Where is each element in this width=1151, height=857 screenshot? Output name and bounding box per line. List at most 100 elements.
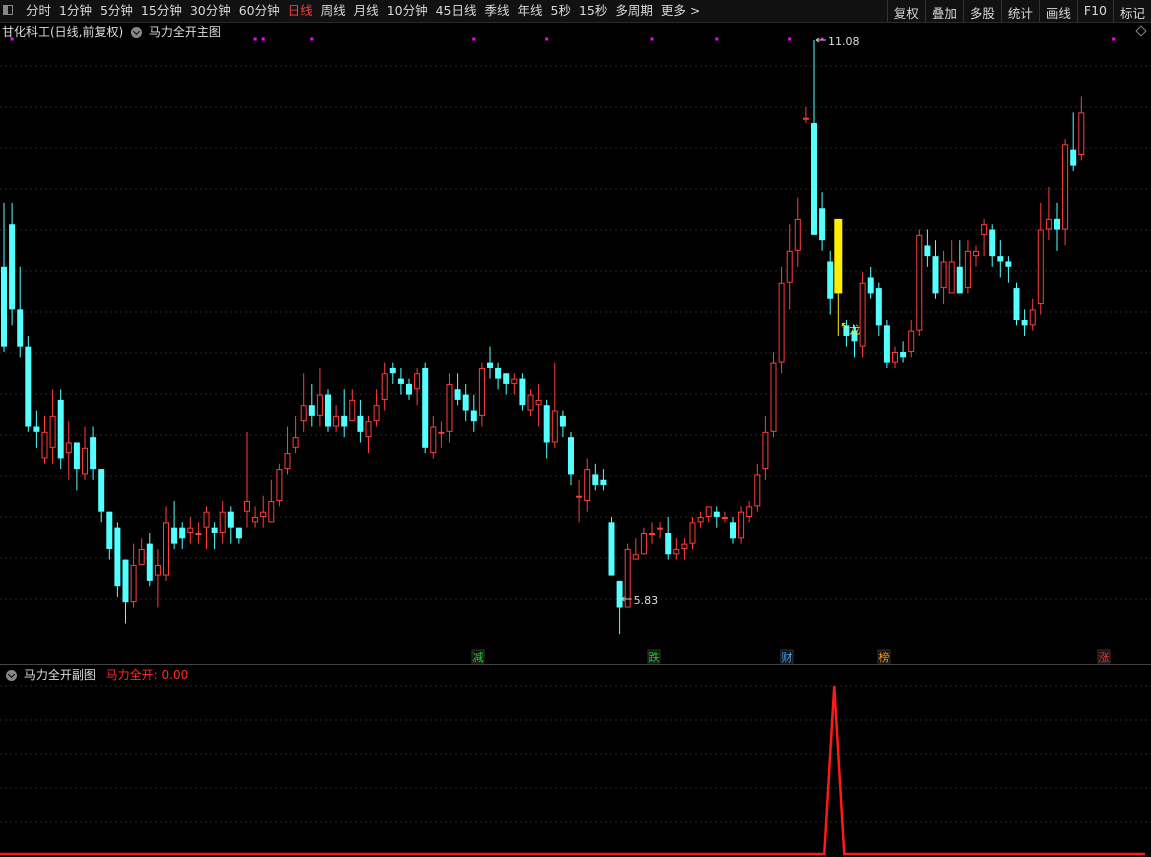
candle-body-up	[154, 564, 161, 576]
candle-body-up	[940, 261, 947, 289]
toolbar-button[interactable]: 叠加	[924, 0, 963, 22]
toolbar-button[interactable]: 统计	[1000, 0, 1039, 22]
candle-body-down	[470, 410, 477, 422]
candle-body-down	[122, 559, 129, 603]
candle-body-up	[576, 495, 583, 498]
candle-body-down	[875, 288, 882, 326]
signal-dot	[1112, 37, 1116, 41]
period-tab[interactable]: 10分钟	[387, 3, 428, 19]
candle-body-up	[438, 431, 445, 434]
candle-body-up	[252, 517, 259, 523]
period-tab[interactable]: 5秒	[551, 3, 571, 19]
toolbar-button[interactable]: 多股	[962, 0, 1001, 22]
candle-body-up	[689, 522, 696, 544]
candle-body-up	[511, 378, 518, 384]
candle-body-down	[422, 367, 429, 448]
candle-body-up	[349, 399, 356, 422]
toolbar-button[interactable]: 标记	[1112, 0, 1151, 22]
candle-body-down	[495, 367, 502, 379]
candle-body-up	[551, 410, 558, 443]
toolbar-button[interactable]: 画线	[1038, 0, 1077, 22]
period-tab[interactable]: 年线	[518, 3, 543, 19]
candle-body-down	[616, 580, 623, 608]
candle-body-up	[373, 405, 380, 422]
candle-body-up	[640, 532, 647, 555]
candle-body-down	[106, 511, 113, 549]
candle-body-up	[268, 501, 275, 523]
candle-body-down	[179, 527, 186, 539]
dragon-label: 龙	[849, 323, 860, 336]
candle-body-up	[381, 373, 388, 400]
toolbar-button[interactable]: F10	[1076, 0, 1113, 22]
candle-body-down	[713, 511, 720, 518]
candle-body-down	[90, 437, 97, 470]
toolbar: 分时 1分钟 5分钟 15分钟 30分钟 60分钟 日线 周线 月线 10分钟 45日线 季线 年线 5秒…	[0, 0, 1151, 23]
main-price-chart[interactable]: 11.08 5.83 龙减 跌 财 榜 涨	[0, 36, 1151, 664]
candle-body-up	[138, 548, 145, 565]
candle-body-up	[284, 453, 291, 470]
signal-dot	[10, 37, 14, 41]
dragon-candle	[834, 218, 843, 294]
candle-body-down	[308, 405, 315, 416]
candle-body-down	[997, 256, 1004, 262]
signal-dot	[715, 37, 719, 41]
candle-body-down	[211, 527, 218, 533]
period-tab[interactable]: 多周期	[615, 3, 653, 19]
period-tab[interactable]: 更多 >	[661, 3, 700, 19]
candle-body-up	[1045, 218, 1052, 230]
candle-body-down	[73, 442, 80, 470]
candle-body-up	[333, 415, 340, 427]
candle-body-down	[900, 351, 907, 358]
candle-body-down	[932, 256, 939, 294]
period-tab[interactable]: 月线	[354, 3, 379, 19]
sub-indicator-chart[interactable]	[0, 680, 1151, 857]
toolbar-button[interactable]: 复权	[886, 0, 925, 22]
low-price-label: 5.83	[634, 594, 659, 607]
period-tab[interactable]: 15秒	[579, 3, 607, 19]
candle-body-down	[235, 527, 242, 539]
candle-body-down	[867, 277, 874, 294]
candle-body-up	[219, 511, 226, 533]
signal-dot	[261, 37, 265, 41]
period-tab[interactable]: 日线	[288, 3, 313, 19]
diamond-icon[interactable]	[1135, 25, 1147, 37]
candle-body-down	[9, 224, 16, 310]
candle-body-up	[632, 554, 639, 560]
candle-body-down	[1005, 261, 1012, 267]
event-tag: 榜	[877, 649, 891, 664]
candle-body-down	[543, 405, 550, 443]
candle-body-down	[559, 415, 566, 427]
event-tag: 涨	[1097, 649, 1111, 664]
event-tag: 减	[471, 649, 485, 664]
period-tab[interactable]: 60分钟	[239, 3, 280, 19]
candle-body-down	[357, 415, 364, 432]
candle-body-down	[568, 437, 574, 475]
candle-body-up	[786, 250, 793, 283]
period-tab[interactable]: 45日线	[436, 3, 477, 19]
signal-dot	[545, 37, 549, 41]
period-tab[interactable]: 周线	[321, 3, 346, 19]
period-tab[interactable]: 1分钟	[59, 3, 92, 19]
candle-body-up	[163, 522, 169, 576]
candle-body-up	[770, 362, 777, 432]
candle-body-down	[1, 266, 7, 347]
event-tag: 财	[780, 649, 794, 664]
candle-body-up	[746, 506, 753, 518]
period-tab[interactable]: 15分钟	[141, 3, 182, 19]
candle-body-down	[600, 479, 607, 486]
candle-body-down	[827, 261, 834, 299]
panel-toggle-icon[interactable]	[3, 5, 13, 15]
period-tab[interactable]: 季线	[485, 3, 510, 19]
candle-body-up	[130, 564, 137, 603]
candle-body-up	[721, 517, 728, 520]
period-tab[interactable]: 5分钟	[100, 3, 133, 19]
period-tab[interactable]: 30分钟	[190, 3, 231, 19]
event-tag-text: 跌	[649, 650, 660, 664]
candle-body-down	[1070, 149, 1077, 166]
candle-body-down	[883, 325, 890, 363]
event-tag-text: 减	[473, 651, 484, 664]
candle-body-down	[819, 208, 826, 241]
candle-body-down	[33, 426, 40, 432]
candle-body-down	[462, 394, 469, 411]
period-tab[interactable]: 分时	[26, 3, 51, 19]
